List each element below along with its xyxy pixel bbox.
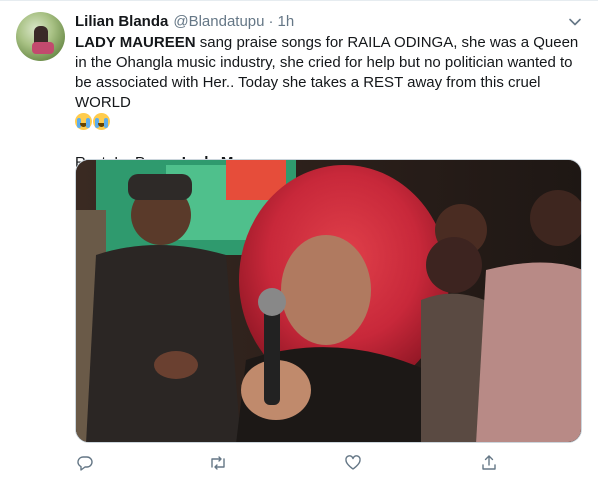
tweet-timestamp[interactable]: 1h [278, 13, 295, 30]
retweet-icon[interactable] [208, 453, 228, 473]
loudly-crying-face-icon [75, 113, 92, 130]
share-icon[interactable] [479, 453, 499, 473]
more-options-chevron-down-icon[interactable] [566, 13, 584, 31]
avatar[interactable] [16, 12, 65, 61]
tweet[interactable]: Lilian Blanda @Blandatupu · 1h LADY MAUR… [0, 0, 598, 478]
avatar-figure-dress [32, 42, 54, 54]
tweet-photo[interactable] [75, 159, 582, 443]
tweet-text-bold-lead: LADY MAUREEN [75, 34, 196, 51]
header-separator: · [268, 12, 274, 30]
loudly-crying-face-icon [93, 113, 110, 130]
tweet-text-paragraph-1: LADY MAUREEN sang praise songs for RAILA… [75, 33, 585, 133]
tweet-text: LADY MAUREEN sang praise songs for RAILA… [75, 33, 585, 173]
author-handle[interactable]: @Blandatupu [173, 13, 264, 30]
tweet-actions [75, 453, 505, 473]
like-icon[interactable] [343, 453, 363, 473]
tweet-header: Lilian Blanda @Blandatupu · 1h [75, 11, 294, 31]
author-name[interactable]: Lilian Blanda [75, 13, 168, 30]
reply-icon[interactable] [75, 453, 95, 473]
